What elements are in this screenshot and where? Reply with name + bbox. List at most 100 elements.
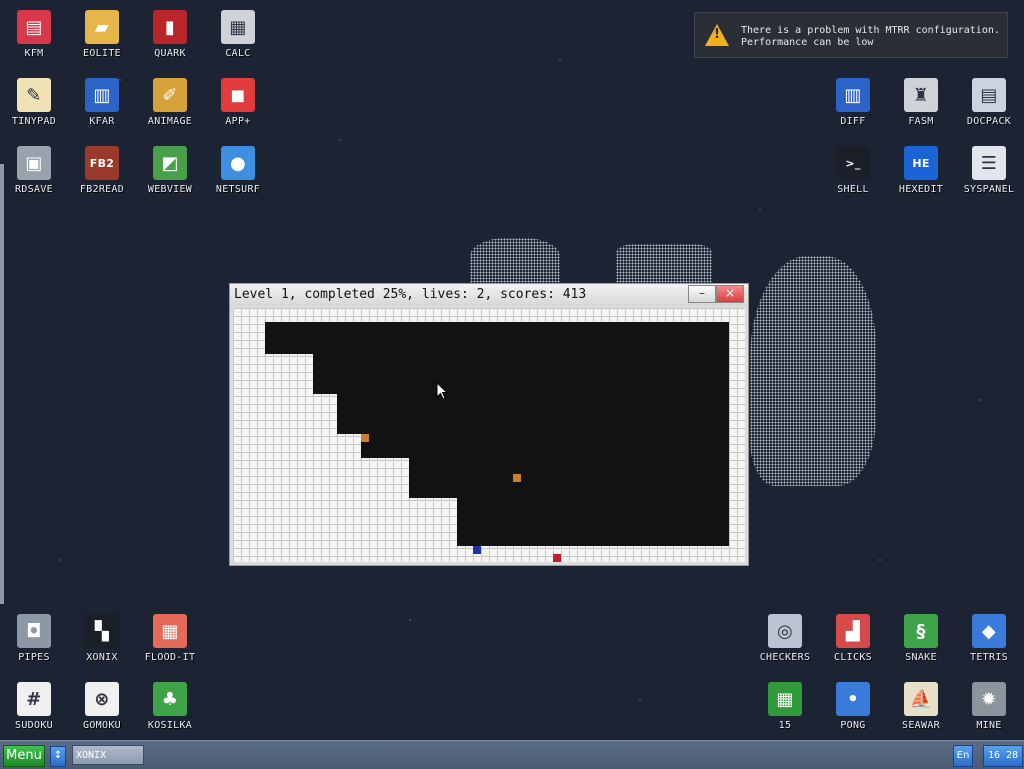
ship-icon: ⛵	[904, 682, 938, 716]
sea-enemy-ball-1	[361, 434, 369, 442]
desktop-icon-label: FB2READ	[79, 184, 125, 195]
desktop-icon-hexedit[interactable]: HE HEXEDIT	[889, 146, 953, 195]
desktop-icon-label: CLICKS	[834, 652, 872, 663]
cube-icon: ◼	[221, 78, 255, 112]
desktop-icon-label: KOSILKA	[147, 720, 193, 731]
xonix-window: Level 1, completed 25%, lives: 2, scores…	[229, 283, 749, 566]
desktop-icon-calc[interactable]: ▦ CALC	[206, 10, 270, 59]
desktop-icon-checkers[interactable]: ◎ CHECKERS	[753, 614, 817, 663]
desktop-icon-diff[interactable]: ▥ DIFF	[821, 78, 885, 127]
desktop-icon-label: ANIMAGE	[147, 116, 193, 127]
desktop-icon-sudoku[interactable]: # SUDOKU	[2, 682, 66, 731]
minimize-button[interactable]: –	[688, 285, 716, 303]
notepad-icon: ✎	[17, 78, 51, 112]
folder-icon: ▰	[85, 10, 119, 44]
lawnmower-icon: ♣	[153, 682, 187, 716]
hex-editor-icon: HE	[904, 146, 938, 180]
task-switch-button[interactable]: ↕	[50, 746, 66, 767]
desktop-icon-netsurf[interactable]: ● NETSURF	[206, 146, 270, 195]
desktop-icon-snake[interactable]: § SNAKE	[889, 614, 953, 663]
sea-enemy-ball-2	[513, 474, 521, 482]
desktop-icon-flood-it[interactable]: ▦ FLOOD-IT	[138, 614, 202, 663]
window-titlebar[interactable]: Level 1, completed 25%, lives: 2, scores…	[230, 284, 748, 306]
cabinet-icon: ▤	[972, 78, 1006, 112]
blocks-icon: ▟	[836, 614, 870, 648]
mouse-pointer-icon	[436, 382, 448, 400]
wallpaper-house-art	[616, 244, 712, 284]
clock[interactable]: 16 28	[983, 745, 1023, 767]
desktop-icon-label: CHECKERS	[759, 652, 811, 663]
taskbar-item-xonix[interactable]: XONIX	[72, 745, 144, 765]
desktop-icon-15[interactable]: ▦ 15	[753, 682, 817, 731]
desktop-icon-label: SUDOKU	[15, 720, 53, 731]
desktop-icon-kfar[interactable]: ▥ KFAR	[70, 78, 134, 127]
tetris-icon: ◆	[972, 614, 1006, 648]
desktop-icon-xonix[interactable]: ▚ XONIX	[70, 614, 134, 663]
desktop-icon-docpack[interactable]: ▤ DOCPACK	[957, 78, 1021, 127]
snake-icon: §	[904, 614, 938, 648]
xonix-icon: ▚	[85, 614, 119, 648]
desktop-icon-label: FLOOD-IT	[144, 652, 196, 663]
fifteen-grid-icon: ▦	[768, 682, 802, 716]
desktop-icon-label: GOMOKU	[83, 720, 121, 731]
pipes-icon: ◘	[17, 614, 51, 648]
desktop-left-edge	[0, 164, 4, 604]
desktop-icon-kfm[interactable]: ▤ KFM	[2, 10, 66, 59]
desktop-icon-webview[interactable]: ◩ WEBVIEW	[138, 146, 202, 195]
desktop-icon-tetris[interactable]: ◆ TETRIS	[957, 614, 1021, 663]
close-button[interactable]: ×	[716, 285, 744, 303]
desktop-icon-fb2read[interactable]: FB2 FB2READ	[70, 146, 134, 195]
game-field[interactable]	[233, 308, 745, 562]
desktop-icon-label: SEAWAR	[902, 720, 940, 731]
desktop-icon-seawar[interactable]: ⛵ SEAWAR	[889, 682, 953, 731]
desktop-icon-label: XONIX	[86, 652, 118, 663]
gomoku-icon: ⊗	[85, 682, 119, 716]
desktop-icon-label: TINYPAD	[11, 116, 57, 127]
unclaimed-sea-area	[265, 322, 729, 546]
mtrr-warning-notification[interactable]: ! There is a problem with MTRR configura…	[694, 12, 1008, 58]
wallpaper-tree-art	[470, 238, 560, 284]
compare-icon: ▥	[836, 78, 870, 112]
desktop-icon-tinypad[interactable]: ✎ TINYPAD	[2, 78, 66, 127]
desktop-icon-clicks[interactable]: ▟ CLICKS	[821, 614, 885, 663]
desktop-icon-pipes[interactable]: ◘ PIPES	[2, 614, 66, 663]
desktop-icon-label: SNAKE	[905, 652, 937, 663]
desktop-icon-label: MINE	[976, 720, 1002, 731]
desktop-icon-label: HEXEDIT	[898, 184, 944, 195]
land-enemy	[473, 546, 481, 554]
keyboard-layout-indicator[interactable]: En	[953, 745, 973, 767]
window-title: Level 1, completed 25%, lives: 2, scores…	[234, 287, 587, 302]
desktop-icon-fasm[interactable]: ♜ FASM	[889, 78, 953, 127]
disk-save-icon: ▣	[17, 146, 51, 180]
desktop-icon-label: TETRIS	[970, 652, 1008, 663]
pencil-ruler-icon: ✐	[153, 78, 187, 112]
desktop-icon-label: CALC	[225, 48, 251, 59]
calculator-icon: ▦	[221, 10, 255, 44]
menu-button[interactable]: Menu	[3, 745, 45, 767]
desktop-icon-shell[interactable]: >_ SHELL	[821, 146, 885, 195]
desktop-icon-app[interactable]: ◼ APP+	[206, 78, 270, 127]
flood-grid-icon: ▦	[153, 614, 187, 648]
desktop-icon-animage[interactable]: ✐ ANIMAGE	[138, 78, 202, 127]
desktop-icon-kosilka[interactable]: ♣ KOSILKA	[138, 682, 202, 731]
desktop-icon-eolite[interactable]: ▰ EOLITE	[70, 10, 134, 59]
floppy-icon: ▤	[17, 10, 51, 44]
desktop-icon-mine[interactable]: ✹ MINE	[957, 682, 1021, 731]
sliders-icon: ☰	[972, 146, 1006, 180]
notification-line-2: Performance can be low	[741, 37, 874, 48]
desktop-icon-gomoku[interactable]: ⊗ GOMOKU	[70, 682, 134, 731]
sudoku-icon: #	[17, 682, 51, 716]
player-cursor	[553, 554, 561, 562]
desktop-icon-quark[interactable]: ▮ QUARK	[138, 10, 202, 59]
desktop-icon-pong[interactable]: • PONG	[821, 682, 885, 731]
taskbar: Menu ↕ XONIX En 16 28	[0, 740, 1024, 769]
desktop-icon-label: RDSAVE	[15, 184, 53, 195]
warning-exclamation: !	[714, 27, 720, 42]
game-field-canvas	[265, 322, 729, 562]
desktop-icon-rdsave[interactable]: ▣ RDSAVE	[2, 146, 66, 195]
desktop-icon-label: FASM	[908, 116, 934, 127]
checkers-icon: ◎	[768, 614, 802, 648]
desktop-icon-label: EOLITE	[83, 48, 121, 59]
desktop-icon-label: WEBVIEW	[147, 184, 193, 195]
desktop-icon-syspanel[interactable]: ☰ SYSPANEL	[957, 146, 1021, 195]
